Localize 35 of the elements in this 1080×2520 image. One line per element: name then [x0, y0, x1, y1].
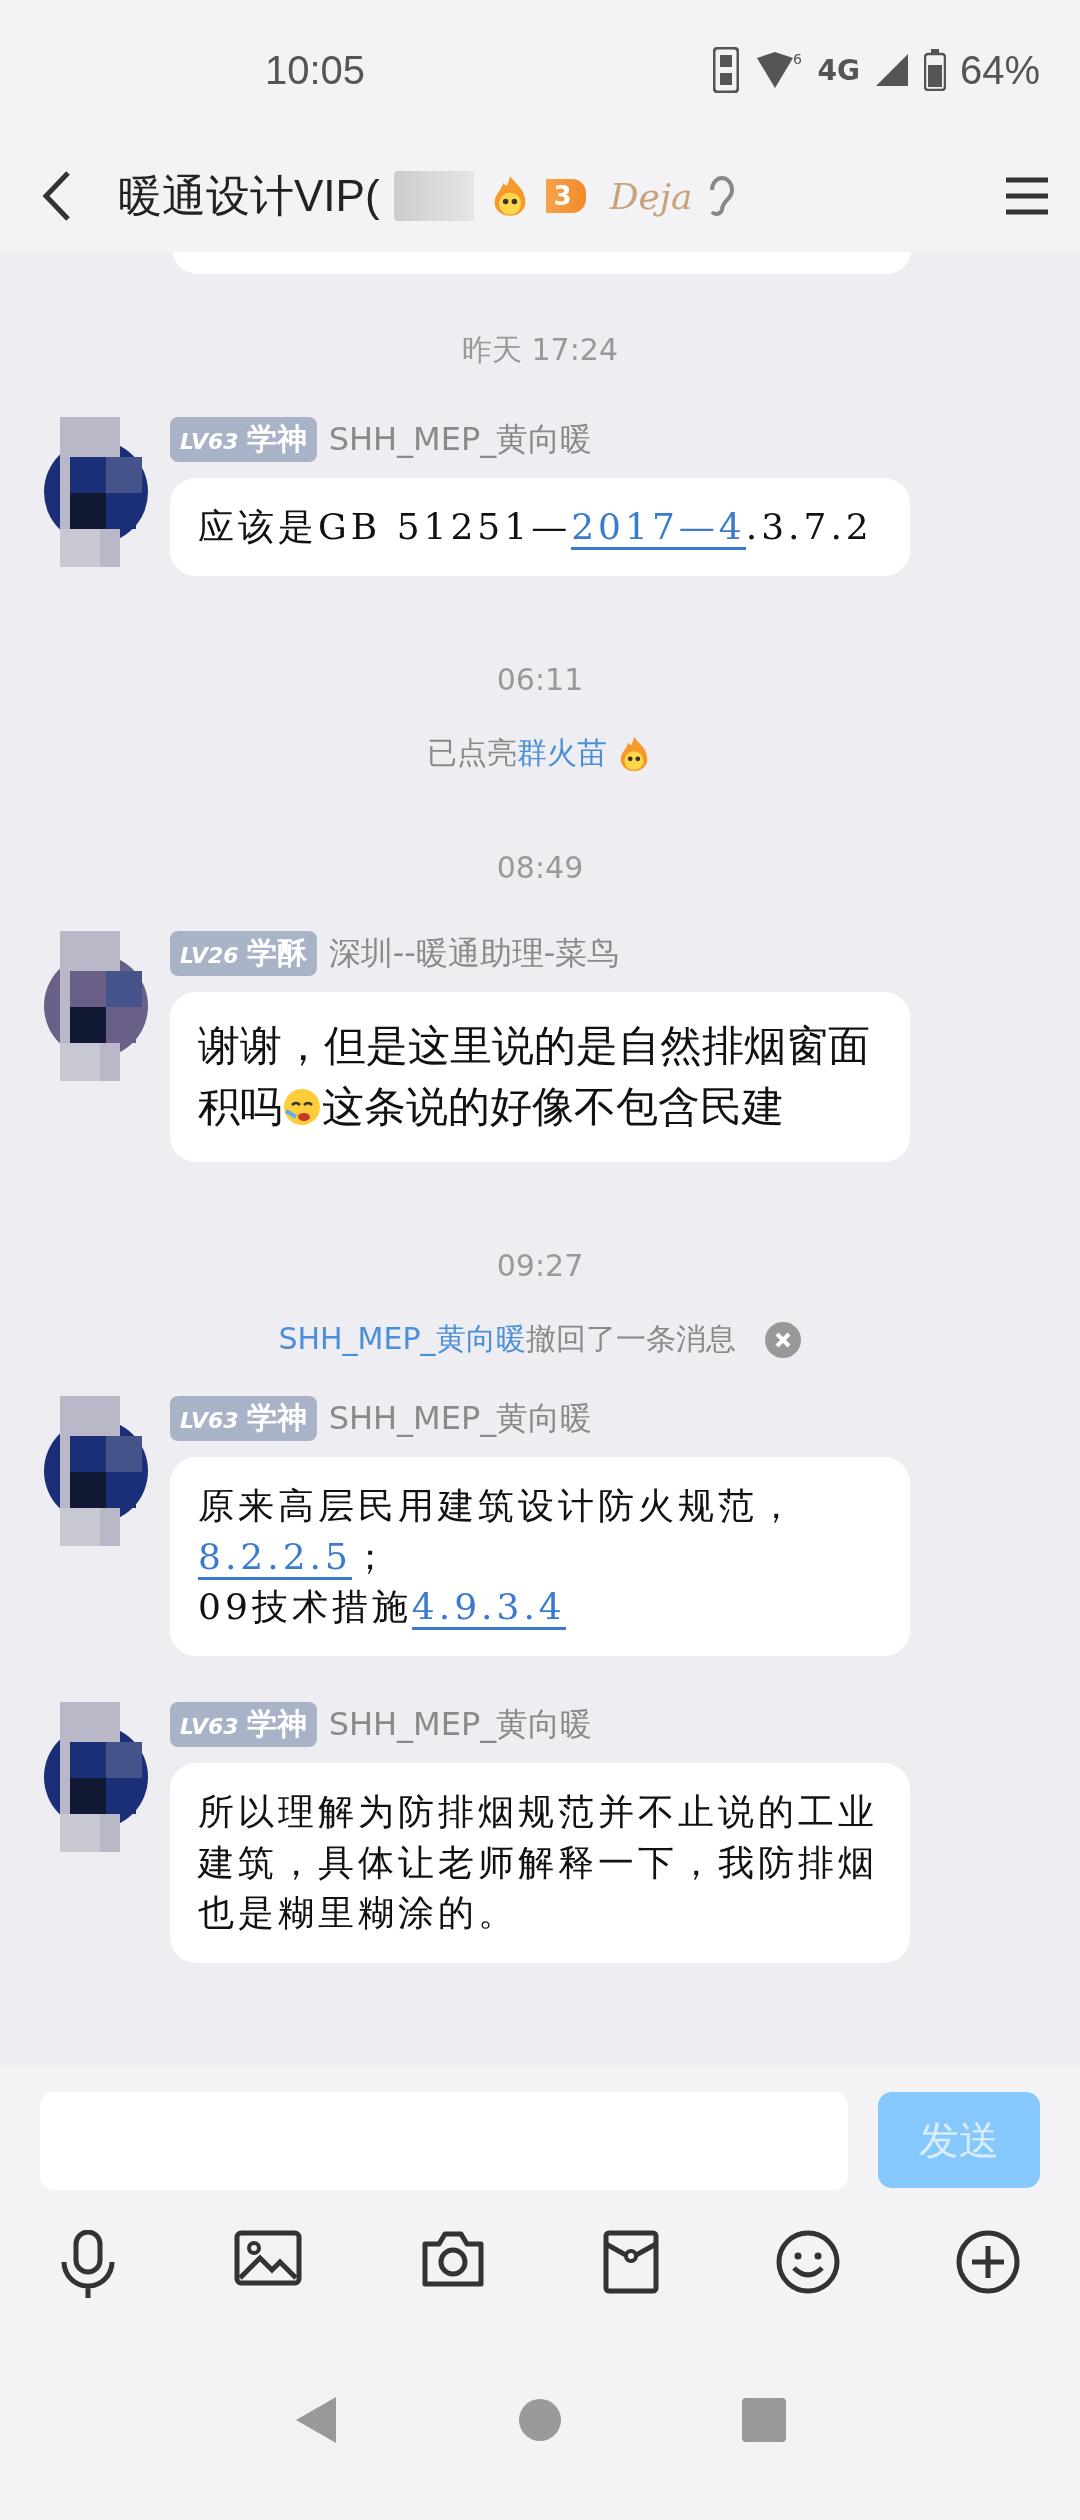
- message-text: 谢谢，但是这里说的是自然排烟窗面积吗 这条说的好像不包含民建: [198, 1020, 871, 1134]
- battery-icon: [923, 49, 946, 91]
- menu-icon[interactable]: [1004, 176, 1050, 216]
- level-badge: LV26 学酥: [170, 931, 317, 977]
- home-icon[interactable]: [518, 2398, 562, 2442]
- status-time: 10:05: [265, 47, 367, 93]
- chat-title: 暖通设计VIP(: [118, 169, 380, 222]
- level-badge: LV63 学神: [170, 1396, 317, 1442]
- timestamp: 09:27: [495, 1248, 585, 1284]
- sender-name: SHH_MEP_黄向暖: [328, 1397, 593, 1439]
- network-label: 4G: [817, 53, 860, 87]
- flame-count-badge: 3: [545, 179, 586, 213]
- image-icon[interactable]: [234, 2230, 303, 2286]
- timestamp: 06:11: [495, 662, 585, 698]
- brand-logo: Deja: [609, 175, 693, 217]
- sender-name: SHH_MEP_黄向暖: [328, 418, 593, 460]
- timestamp: 昨天 17:24: [461, 331, 619, 369]
- sender-name: SHH_MEP_黄向暖: [328, 1703, 593, 1745]
- close-icon[interactable]: [763, 1320, 802, 1359]
- message-text: 应该是GB 51251—2017—4.3.7.2: [198, 502, 882, 553]
- back-nav-icon[interactable]: [294, 2395, 338, 2445]
- hd-icon: [713, 47, 740, 93]
- level-badge: LV63 学神: [170, 1702, 317, 1748]
- crying-emoji-icon: [282, 1087, 322, 1128]
- envelope-icon[interactable]: [603, 2230, 660, 2294]
- emoji-icon[interactable]: [775, 2230, 840, 2294]
- timestamp: 08:49: [495, 850, 585, 886]
- system-notice: 已点亮群火苗: [427, 734, 607, 773]
- message-text: 原来高层民用建筑设计防火规范， 8.2.2.5； 09技术措施4.9.3.4: [198, 1481, 882, 1633]
- sender-name: 深圳--暖通助理-菜鸟: [328, 932, 620, 974]
- plus-icon[interactable]: [955, 2230, 1020, 2294]
- level-badge: LV63 学神: [170, 417, 317, 462]
- battery-percent: 64%: [959, 47, 1040, 93]
- system-notice: SHH_MEP_黄向暖撤回了一条消息: [278, 1320, 736, 1359]
- message-text: 所以理解为防排烟规范并不止说的工业建筑，具体让老师解释一下，我防排烟也是糊里糊涂的。: [198, 1790, 879, 1936]
